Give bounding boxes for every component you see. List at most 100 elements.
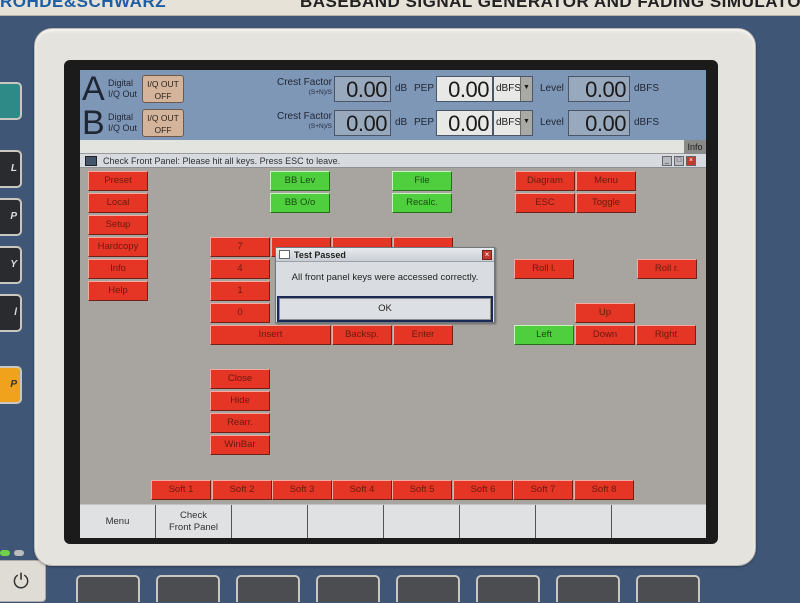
path-label-line1: Digital: [108, 112, 134, 122]
softkey-bar: Menu Check Front Panel: [80, 504, 706, 538]
key-hide[interactable]: Hide: [210, 391, 270, 411]
hw-softkey-6[interactable]: [476, 575, 540, 602]
pep-value-field[interactable]: 0.00: [436, 76, 493, 102]
hw-softkey-5[interactable]: [396, 575, 460, 602]
window-title: Check Front Panel: Please hit all keys. …: [103, 156, 341, 166]
iq-out-label: I/Q OUT: [147, 79, 179, 89]
hw-softkey-4[interactable]: [316, 575, 380, 602]
pep-value-field[interactable]: 0.00: [436, 110, 493, 136]
key-preset[interactable]: Preset: [88, 171, 148, 191]
key-esc[interactable]: ESC: [515, 193, 575, 213]
key-local[interactable]: Local: [88, 193, 148, 213]
key-up[interactable]: Up: [575, 303, 635, 323]
key-soft-3[interactable]: Soft 3: [272, 480, 332, 500]
key-1[interactable]: 1: [210, 281, 270, 301]
pep-unit-select[interactable]: dBFS ▼: [493, 76, 533, 102]
key-soft-6[interactable]: Soft 6: [453, 480, 513, 500]
hw-softkey-8[interactable]: [636, 575, 700, 602]
softkey-empty[interactable]: [308, 505, 384, 538]
ok-button[interactable]: OK: [279, 298, 491, 320]
power-led: [0, 550, 10, 556]
ok-button-focus-ring: OK: [277, 296, 493, 322]
iq-out-button[interactable]: I/Q OUT OFF: [142, 75, 184, 103]
close-icon[interactable]: ×: [482, 250, 492, 260]
iq-out-button[interactable]: I/Q OUT OFF: [142, 109, 184, 137]
pep-unit-select[interactable]: dBFS ▼: [493, 110, 533, 136]
key-info[interactable]: Info: [88, 259, 148, 279]
key-winbar[interactable]: WinBar: [210, 435, 270, 455]
key-soft-8[interactable]: Soft 8: [574, 480, 634, 500]
hw-softkey-2[interactable]: [156, 575, 220, 602]
level-unit: dBFS: [634, 117, 660, 128]
path-label: Digital I/Q Out: [108, 112, 137, 134]
iq-out-state: OFF: [154, 91, 172, 101]
key-roll-left[interactable]: Roll l.: [514, 259, 574, 279]
key-help[interactable]: Help: [88, 281, 148, 301]
key-backspace[interactable]: Backsp.: [332, 325, 392, 345]
key-rearr[interactable]: Rearr.: [210, 413, 270, 433]
key-close[interactable]: Close: [210, 369, 270, 389]
level-label: Level: [540, 117, 564, 128]
chevron-down-icon[interactable]: ▼: [520, 111, 532, 135]
key-soft-1[interactable]: Soft 1: [151, 480, 211, 500]
key-soft-5[interactable]: Soft 5: [392, 480, 452, 500]
softkey-empty[interactable]: [460, 505, 536, 538]
pep-label: PEP: [414, 117, 435, 128]
crest-factor-label: Crest Factor (S+N)/S: [270, 112, 332, 131]
key-7[interactable]: 7: [210, 237, 270, 257]
hw-key-2[interactable]: P: [0, 198, 22, 236]
key-recalc[interactable]: Recalc.: [392, 193, 452, 213]
key-setup[interactable]: Setup: [88, 215, 148, 235]
pep-unit-value: dBFS: [496, 117, 522, 128]
key-down[interactable]: Down: [575, 325, 635, 345]
close-icon[interactable]: ×: [686, 156, 696, 166]
hw-key-teal[interactable]: [0, 82, 22, 120]
key-left[interactable]: Left: [514, 325, 574, 345]
minimize-icon[interactable]: _: [662, 156, 672, 166]
softkey-empty[interactable]: [232, 505, 308, 538]
key-4[interactable]: 4: [210, 259, 270, 279]
key-toggle[interactable]: Toggle: [576, 193, 636, 213]
crest-factor-value: 0.00: [334, 76, 391, 102]
key-hardcopy[interactable]: Hardcopy: [88, 237, 148, 257]
key-soft-4[interactable]: Soft 4: [332, 480, 392, 500]
softkey-empty[interactable]: [384, 505, 460, 538]
info-strip: Info: [80, 140, 706, 154]
info-button[interactable]: Info: [684, 140, 706, 154]
softkey-empty[interactable]: [612, 505, 706, 538]
brand-logo: ROHDE&SCHWARZ: [0, 0, 167, 11]
power-button[interactable]: ⏻: [0, 560, 46, 602]
key-soft-7[interactable]: Soft 7: [513, 480, 573, 500]
key-roll-right[interactable]: Roll r.: [637, 259, 697, 279]
window-titlebar: Check Front Panel: Please hit all keys. …: [80, 154, 706, 168]
standby-led: [14, 550, 24, 556]
key-bb-lev[interactable]: BB Lev: [270, 171, 330, 191]
path-label-line1: Digital: [108, 78, 134, 88]
key-0[interactable]: 0: [210, 303, 270, 323]
softkey-empty[interactable]: [536, 505, 612, 538]
path-label-line2: I/Q Out: [108, 89, 138, 99]
key-soft-2[interactable]: Soft 2: [212, 480, 272, 500]
dialog-window-icon: [279, 250, 290, 259]
iq-out-label: I/Q OUT: [147, 113, 179, 123]
hw-softkey-1[interactable]: [76, 575, 140, 602]
key-menu[interactable]: Menu: [576, 171, 636, 191]
key-diagram[interactable]: Diagram: [515, 171, 575, 191]
restore-icon[interactable]: □: [674, 156, 684, 166]
hw-key-1[interactable]: L: [0, 150, 22, 188]
crest-unit: dB: [395, 83, 408, 94]
hw-key-3[interactable]: Y: [0, 246, 22, 284]
key-bb-onoff[interactable]: BB O/o: [270, 193, 330, 213]
softkey-check-front-panel[interactable]: Check Front Panel: [156, 505, 232, 538]
crest-factor-title: Crest Factor: [276, 77, 332, 88]
hw-key-4[interactable]: l: [0, 294, 22, 332]
softkey-menu[interactable]: Menu: [80, 505, 156, 538]
key-right[interactable]: Right: [636, 325, 696, 345]
key-file[interactable]: File: [392, 171, 452, 191]
hw-key-orange[interactable]: P: [0, 366, 22, 404]
chevron-down-icon[interactable]: ▼: [520, 77, 532, 101]
hw-softkey-7[interactable]: [556, 575, 620, 602]
key-insert[interactable]: Insert: [210, 325, 331, 345]
key-enter[interactable]: Enter: [393, 325, 453, 345]
hw-softkey-3[interactable]: [236, 575, 300, 602]
